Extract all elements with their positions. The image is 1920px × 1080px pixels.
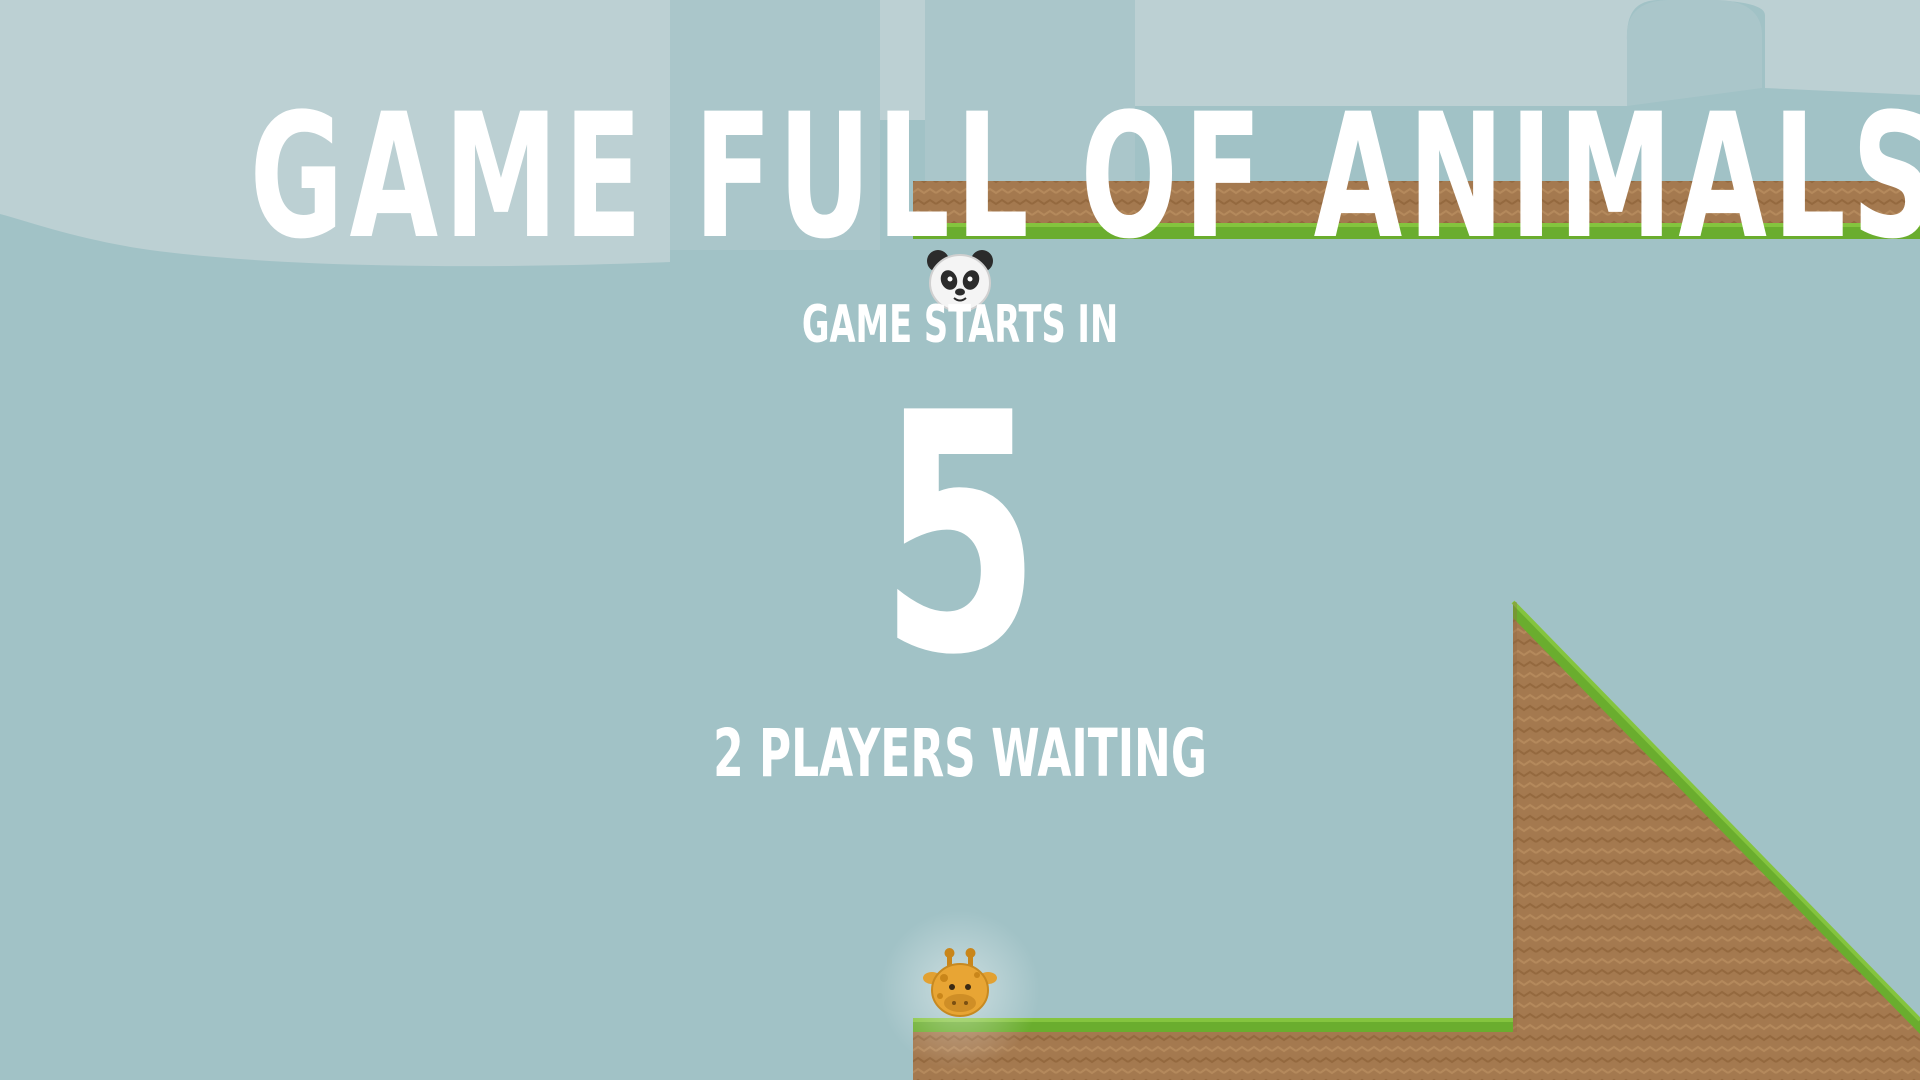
game-canvas[interactable]: GAME FULL OF ANIMALS GAME STARTS IN 5 2 … <box>0 0 1920 1080</box>
game-title: GAME FULL OF ANIMALS <box>249 76 1920 277</box>
player-giraffe <box>880 910 1040 1070</box>
players-waiting-status: 2 PLAYERS WAITING <box>713 715 1207 792</box>
countdown-number: 5 <box>879 343 1041 727</box>
